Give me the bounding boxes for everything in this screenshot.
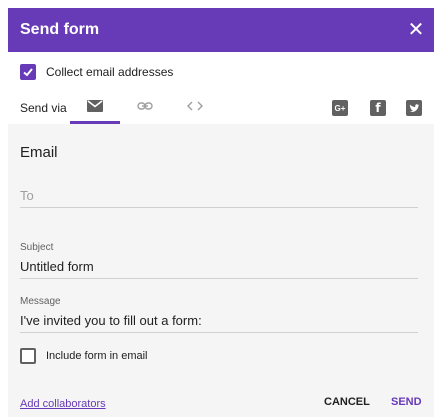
google-plus-icon[interactable]: G+	[332, 100, 348, 116]
cancel-button[interactable]: CANCEL	[324, 396, 370, 408]
to-input[interactable]: To	[20, 184, 418, 208]
checkbox-unchecked-icon[interactable]	[20, 348, 36, 364]
send-via-label: Send via	[20, 101, 67, 115]
subject-input[interactable]: Untitled form	[20, 255, 418, 279]
tab-embed[interactable]	[175, 88, 215, 124]
send-via-bar: Send via G+ f	[0, 88, 434, 124]
message-label: Message	[20, 296, 61, 307]
tab-link[interactable]	[125, 88, 165, 124]
subject-label: Subject	[20, 242, 54, 253]
dialog-title: Send form	[20, 21, 100, 38]
link-icon	[137, 102, 153, 110]
add-collaborators-link[interactable]: Add collaborators	[20, 398, 106, 410]
collect-email-label: Collect email addresses	[46, 65, 174, 79]
dialog-header: Send form ✕	[8, 8, 434, 52]
collect-email-toggle[interactable]: Collect email addresses	[20, 62, 173, 82]
close-icon[interactable]: ✕	[404, 18, 428, 42]
embed-icon	[187, 101, 203, 111]
send-button[interactable]: SEND	[391, 396, 422, 408]
twitter-icon[interactable]	[406, 100, 422, 116]
email-panel: Email To Subject Untitled form Message I…	[8, 124, 434, 417]
email-section-title: Email	[20, 144, 58, 161]
checkbox-checked-icon[interactable]	[20, 64, 36, 80]
facebook-icon[interactable]: f	[370, 100, 386, 116]
email-icon	[87, 100, 103, 112]
to-placeholder: To	[20, 188, 34, 203]
message-input[interactable]: I've invited you to fill out a form:	[20, 309, 418, 333]
tab-email[interactable]	[70, 88, 120, 124]
include-form-toggle[interactable]: Include form in email	[20, 347, 148, 365]
include-form-label: Include form in email	[46, 350, 148, 362]
